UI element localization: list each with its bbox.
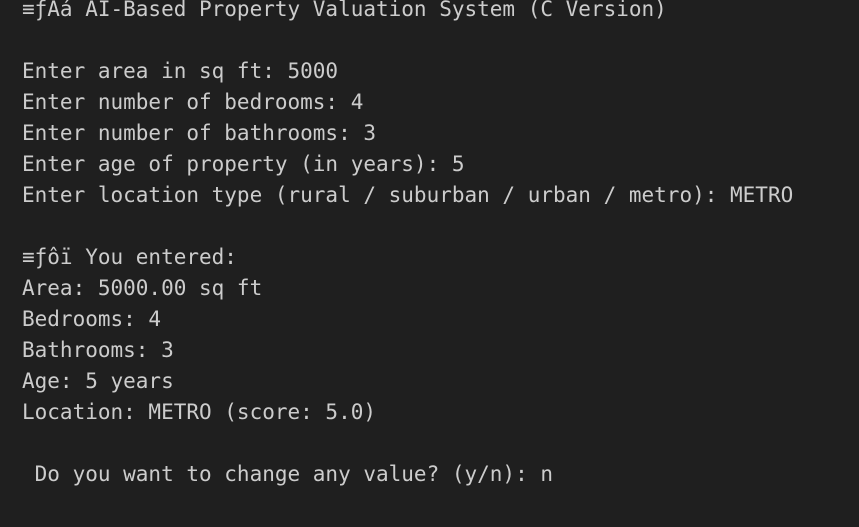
terminal-line-location-prompt: Enter location type (rural / suburban / … (22, 183, 794, 207)
terminal-line-bathrooms-summary: Bathrooms: 3 (22, 338, 174, 362)
terminal-line-age-summary: Age: 5 years (22, 369, 174, 393)
terminal-line-bedrooms-prompt: Enter number of bedrooms: 4 (22, 90, 364, 114)
terminal-line-title: ≡ƒAá AI-Based Property Valuation System … (22, 0, 667, 21)
terminal-line-you-entered: ≡ƒôï You entered: (22, 245, 237, 269)
terminal-output: ≡ƒAá AI-Based Property Valuation System … (0, 0, 859, 526)
terminal-line-area-summary: Area: 5000.00 sq ft (22, 276, 263, 300)
terminal-line-area-prompt: Enter area in sq ft: 5000 (22, 59, 339, 83)
terminal-line-location-summary: Location: METRO (score: 5.0) (22, 400, 377, 424)
terminal-line-bathrooms-prompt: Enter number of bathrooms: 3 (22, 121, 377, 145)
terminal-line-age-prompt: Enter age of property (in years): 5 (22, 152, 465, 176)
terminal-line-change-prompt[interactable]: Do you want to change any value? (y/n): … (22, 459, 553, 490)
terminal-line-bedrooms-summary: Bedrooms: 4 (22, 307, 162, 331)
